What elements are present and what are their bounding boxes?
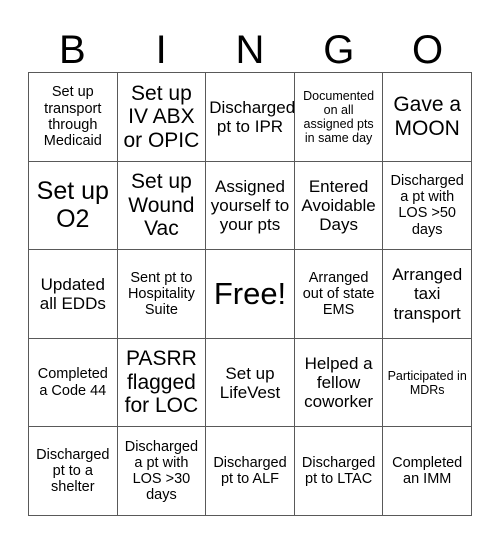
- bingo-cell-label: Set up transport through Medicaid: [43, 84, 102, 150]
- bingo-cell-label: Discharged pt to LTAC: [301, 454, 376, 488]
- bingo-cell[interactable]: Sent pt to Hospitality Suite: [117, 250, 207, 339]
- bingo-cell-label: Set up Wound Vac: [128, 170, 195, 241]
- bingo-cell[interactable]: Entered Avoidable Days: [294, 161, 384, 251]
- bingo-cell-label: Participated in MDRs: [387, 368, 467, 397]
- bingo-cell[interactable]: Set up transport through Medicaid: [29, 73, 118, 162]
- bingo-cell-label: Discharged a pt with LOS >50 days: [390, 172, 464, 238]
- bingo-cell[interactable]: Discharged pt to a shelter: [29, 427, 118, 516]
- bingo-cell-label: Discharged pt to IPR: [209, 97, 295, 136]
- bingo-cell-label: Entered Avoidable Days: [301, 176, 376, 234]
- bingo-cell[interactable]: Discharged pt to IPR: [206, 73, 295, 162]
- bingo-cell[interactable]: Arranged out of state EMS: [294, 250, 384, 339]
- header-letter-i: I: [155, 28, 167, 72]
- bingo-cell-label: PASRR flagged for LOC: [124, 347, 199, 418]
- bingo-cell-label: Completed a Code 44: [37, 366, 108, 399]
- bingo-cell-label: Completed an IMM: [392, 454, 463, 488]
- bingo-cell-label: Discharged a pt with LOS >30 days: [124, 438, 199, 504]
- bingo-cell[interactable]: Participated in MDRs: [383, 338, 472, 428]
- bingo-cell[interactable]: Documented on all assigned pts in same d…: [294, 73, 384, 162]
- bingo-cell[interactable]: Set up Wound Vac: [117, 161, 207, 251]
- bingo-cell[interactable]: Completed a Code 44: [29, 338, 118, 428]
- bingo-header-row: B I N G O: [28, 18, 472, 72]
- bingo-cell-label: Documented on all assigned pts in same d…: [303, 88, 375, 145]
- bingo-cell-free[interactable]: Free!: [206, 250, 295, 339]
- header-letter-b: B: [59, 28, 86, 72]
- bingo-cell-label: Arranged out of state EMS: [302, 269, 375, 319]
- bingo-cell[interactable]: Set up LifeVest: [206, 338, 295, 428]
- bingo-cell[interactable]: Gave a MOON: [383, 73, 472, 162]
- bingo-cell-label: Assigned yourself to your pts: [210, 176, 290, 234]
- bingo-cell[interactable]: Assigned yourself to your pts: [206, 161, 295, 251]
- bingo-cell[interactable]: Discharged a pt with LOS >30 days: [117, 427, 207, 516]
- bingo-cell[interactable]: Helped a fellow coworker: [294, 338, 384, 428]
- bingo-card: B I N G O Set up transport through Medic…: [0, 0, 500, 544]
- bingo-cell-label: Helped a fellow coworker: [304, 354, 374, 412]
- bingo-cell[interactable]: Set up O2: [29, 161, 118, 251]
- header-letter-g: G: [323, 28, 355, 72]
- bingo-cell-label: Set up IV ABX or OPIC: [123, 81, 200, 152]
- bingo-cell-label: Updated all EDDs: [39, 274, 106, 313]
- bingo-cell[interactable]: Set up IV ABX or OPIC: [117, 73, 207, 162]
- bingo-cell-label: Set up LifeVest: [219, 363, 281, 402]
- bingo-cell-label: Discharged pt to a shelter: [36, 446, 110, 496]
- bingo-grid: Set up transport through Medicaid Set up…: [28, 72, 472, 516]
- header-letter-n: N: [235, 28, 265, 72]
- bingo-cell-label: Gave a MOON: [393, 93, 462, 140]
- bingo-cell-label: Set up O2: [36, 177, 109, 234]
- bingo-cell[interactable]: Discharged pt to ALF: [206, 427, 295, 516]
- bingo-cell-label: Sent pt to Hospitality Suite: [127, 269, 195, 319]
- bingo-cell[interactable]: Completed an IMM: [383, 427, 472, 516]
- bingo-cell[interactable]: Discharged pt to LTAC: [294, 427, 384, 516]
- bingo-cell-label: Arranged taxi transport: [392, 265, 463, 323]
- bingo-cell-label: Discharged pt to ALF: [213, 454, 287, 488]
- header-letter-o: O: [412, 28, 444, 72]
- bingo-cell-label: Free!: [213, 275, 287, 311]
- bingo-cell[interactable]: PASRR flagged for LOC: [117, 338, 207, 428]
- bingo-cell[interactable]: Updated all EDDs: [29, 250, 118, 339]
- bingo-cell[interactable]: Discharged a pt with LOS >50 days: [383, 161, 472, 251]
- bingo-cell[interactable]: Arranged taxi transport: [383, 250, 472, 339]
